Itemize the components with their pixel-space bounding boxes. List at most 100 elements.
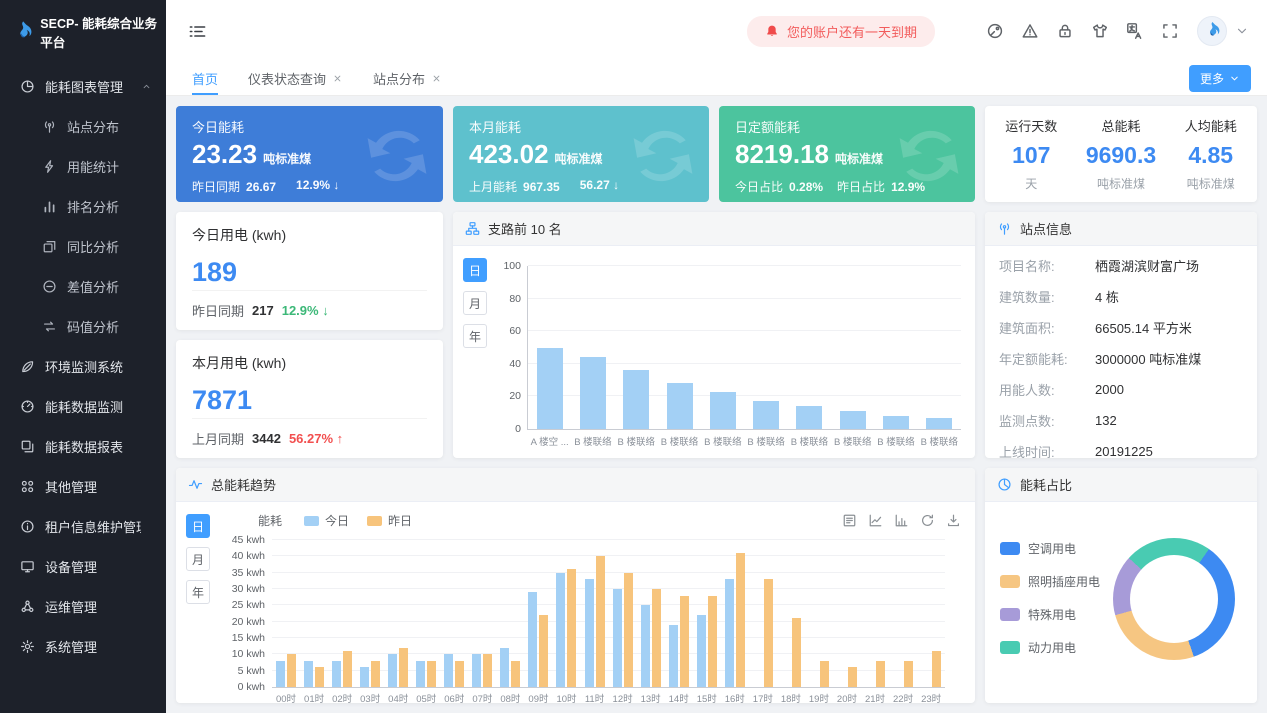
bar-今日 [500, 648, 509, 687]
tab-1[interactable]: 仪表状态查询 [248, 62, 343, 95]
x-tick-label: B 楼联络 [701, 434, 744, 448]
info-label: 年定额能耗: [999, 349, 1095, 368]
x-tick-label: B 楼联络 [744, 434, 787, 448]
trend-toolbar [842, 513, 961, 528]
compare-icon [42, 239, 57, 254]
bell-icon [765, 24, 779, 38]
y-tick-label: 80 [509, 293, 521, 305]
sidebar-subitem-0-2[interactable]: 排名分析 [0, 186, 166, 226]
close-icon[interactable] [431, 73, 442, 84]
kpi-card-month-energy: 本月能耗423.02吨标准煤上月能耗967.3556.27 ↓ [453, 106, 709, 202]
donut-legend-item[interactable]: 特殊用电 [1000, 606, 1100, 623]
tab-2[interactable]: 站点分布 [373, 62, 442, 95]
branch-bar-chart: 020406080100A 楼空 ...B 楼联络B 楼联络B 楼联络B 楼联络… [527, 266, 961, 430]
translate-icon[interactable] [1126, 22, 1144, 40]
branch-period-0[interactable]: 日 [463, 258, 487, 282]
warning-icon[interactable] [1021, 22, 1039, 40]
sidebar-item-0[interactable]: 能耗图表管理 [0, 66, 166, 106]
trend-period-buttons: 日月年 [186, 514, 210, 604]
trend-period-0[interactable]: 日 [186, 514, 210, 538]
pie-chart-icon [20, 79, 35, 94]
data-view-icon[interactable] [842, 513, 857, 528]
sidebar-item-3[interactable]: 能耗数据报表 [0, 426, 166, 466]
close-icon[interactable] [332, 73, 343, 84]
sidebar-subitem-label: 站点分布 [67, 117, 152, 136]
sidebar-item-6[interactable]: 设备管理 [0, 546, 166, 586]
bar-昨日 [539, 615, 548, 687]
line-chart-icon[interactable] [868, 513, 883, 528]
donut-panel-body: 空调用电照明插座用电特殊用电动力用电 [985, 502, 1257, 703]
bar-今日 [416, 661, 425, 687]
topbar: 您的账户还有一天到期 [166, 0, 1267, 62]
more-button[interactable]: 更多 [1189, 65, 1251, 92]
site-info-row-4: 用能人数:2000 [985, 374, 1257, 405]
account-expiry-alert[interactable]: 您的账户还有一天到期 [747, 16, 935, 47]
fullscreen-icon[interactable] [1161, 22, 1179, 40]
sidebar-subitem-0-1[interactable]: 用能统计 [0, 146, 166, 186]
donut-legend-item[interactable]: 空调用电 [1000, 540, 1100, 557]
sidebar-item-7[interactable]: 运维管理 [0, 586, 166, 626]
legend-item[interactable]: 今日 [304, 512, 349, 529]
bar-group [272, 540, 300, 687]
legend-label: 今日 [325, 512, 349, 529]
summary-unit: 天 [1005, 175, 1057, 192]
sidebar-subitem-0-5[interactable]: 码值分析 [0, 306, 166, 346]
y-tick-label: 20 kwh [232, 616, 265, 628]
sidebar-subitem-0-4[interactable]: 差值分析 [0, 266, 166, 306]
kpi-unit: 吨标准煤 [263, 152, 311, 166]
sidebar-item-4[interactable]: 其他管理 [0, 466, 166, 506]
refresh-icon[interactable] [920, 513, 935, 528]
sidebar-subitem-0-0[interactable]: 站点分布 [0, 106, 166, 146]
sidebar-item-label: 能耗图表管理 [45, 77, 141, 96]
bar-昨日 [736, 553, 745, 687]
bar-昨日 [652, 589, 661, 687]
bar-group [412, 540, 440, 687]
avatar[interactable] [1197, 16, 1227, 46]
sidebar-item-label: 能耗数据报表 [45, 437, 141, 456]
donut-legend-item[interactable]: 照明插座用电 [1000, 573, 1100, 590]
sidebar-subitem-label: 排名分析 [67, 197, 152, 216]
trend-period-2[interactable]: 年 [186, 580, 210, 604]
main-area: 您的账户还有一天到期 首页仪表状态查询站点分布 更多 今日能耗23.23吨标准煤… [166, 0, 1267, 713]
sidebar-item-1[interactable]: 环境监测系统 [0, 346, 166, 386]
bar-昨日 [624, 573, 633, 687]
usage-value: 7871 [192, 385, 427, 416]
trend-period-1[interactable]: 月 [186, 547, 210, 571]
summary-item-1: 总能耗9690.3吨标准煤 [1086, 116, 1156, 192]
sidebar-item-label: 环境监测系统 [45, 357, 141, 376]
branch-panel-title: 支路前 10 名 [488, 219, 562, 238]
bar-今日 [304, 661, 313, 687]
site-panel-title: 站点信息 [1020, 219, 1072, 238]
palette-icon[interactable] [986, 22, 1004, 40]
chevron-down-icon[interactable] [1235, 24, 1249, 38]
kpi-unit: 吨标准煤 [555, 152, 603, 166]
sidebar-item-8[interactable]: 系统管理 [0, 626, 166, 666]
branch-period-1[interactable]: 月 [463, 291, 487, 315]
sidebar-item-5[interactable]: 租户信息维护管理 [0, 506, 166, 546]
pie-clock-icon [997, 477, 1012, 492]
tshirt-icon[interactable] [1091, 22, 1109, 40]
bar-chart-mini-icon[interactable] [894, 513, 909, 528]
tab-label: 站点分布 [373, 69, 425, 88]
x-tick-label: 21时 [861, 691, 889, 703]
lock-icon[interactable] [1056, 22, 1074, 40]
donut-legend-item[interactable]: 动力用电 [1000, 639, 1100, 656]
summary-value: 4.85 [1185, 142, 1237, 169]
sidebar-item-2[interactable]: 能耗数据监测 [0, 386, 166, 426]
sidebar-subitem-0-3[interactable]: 同比分析 [0, 226, 166, 266]
collapse-menu-icon[interactable] [188, 22, 207, 41]
legend-label: 动力用电 [1028, 639, 1076, 656]
x-tick-label: 04时 [384, 691, 412, 703]
bar [623, 370, 649, 429]
legend-item[interactable]: 昨日 [367, 512, 412, 529]
y-tick-label: 35 kwh [232, 567, 265, 579]
bar-昨日 [792, 618, 801, 687]
download-icon[interactable] [946, 513, 961, 528]
tab-0[interactable]: 首页 [192, 62, 218, 95]
legend-swatch [1000, 542, 1020, 555]
bar [840, 411, 866, 429]
branch-period-2[interactable]: 年 [463, 324, 487, 348]
bar-group [665, 540, 693, 687]
x-tick-label: 23时 [917, 691, 945, 703]
usage-footer: 昨日同期21712.9% ↓ [192, 290, 427, 320]
